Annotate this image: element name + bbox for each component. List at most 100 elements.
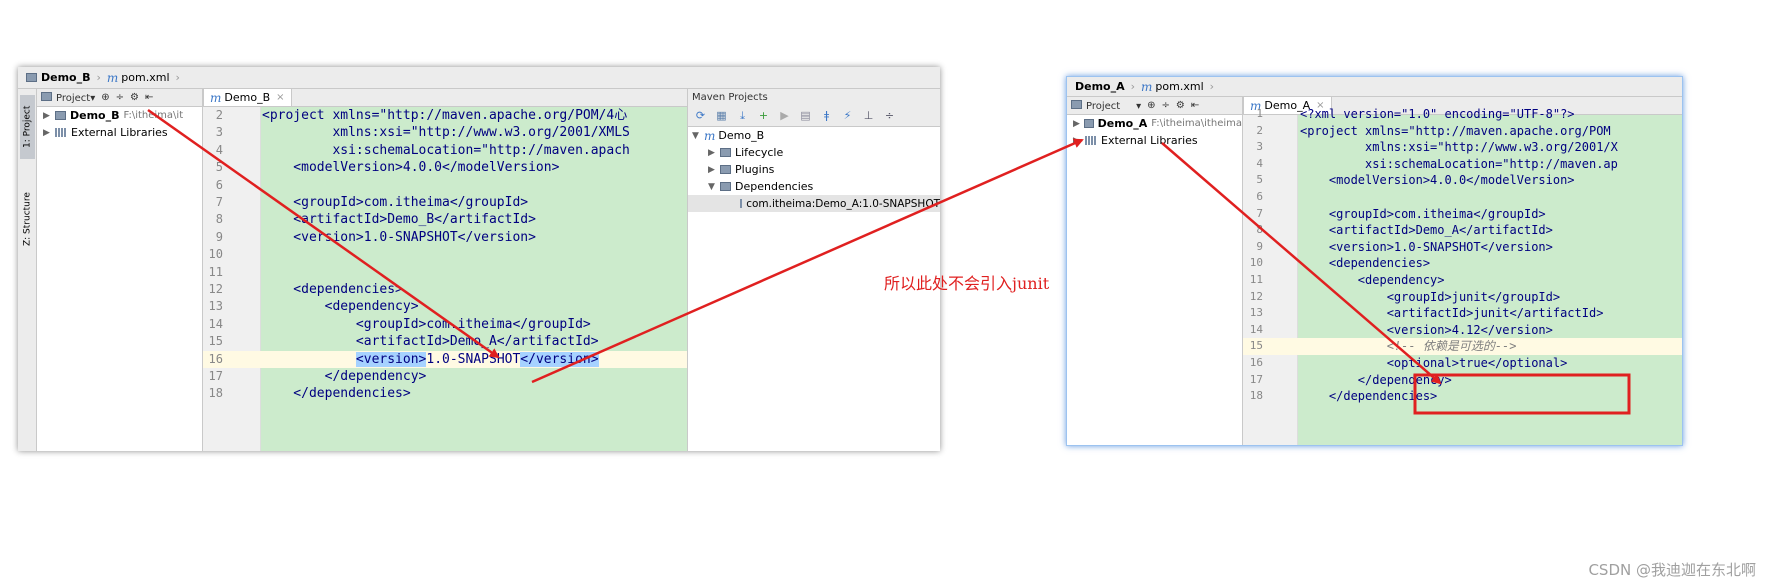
maven-tree-dependency-demo-a[interactable]: com.itheima:Demo_A:1.0-SNAPSHOT bbox=[688, 195, 940, 212]
maven-tree-lifecycle[interactable]: ▶ Lifecycle bbox=[688, 144, 940, 161]
download-icon[interactable]: ⤓ bbox=[736, 109, 749, 122]
code-line[interactable]: 8 <artifactId>Demo_B</artifactId> bbox=[203, 211, 687, 228]
code-text: <modelVersion>4.0.0</modelVersion> bbox=[262, 160, 560, 176]
code-line[interactable]: 7 <groupId>com.itheima</groupId> bbox=[1243, 206, 1682, 223]
code-text: </dependencies> bbox=[262, 386, 411, 402]
code-line[interactable]: 7 <groupId>com.itheima</groupId> bbox=[203, 194, 687, 211]
tree-item-external-libraries[interactable]: ▶ External Libraries bbox=[1067, 132, 1242, 149]
skip-tests-icon[interactable]: ⚡ bbox=[841, 109, 854, 122]
code-line[interactable]: 12 <dependencies> bbox=[203, 281, 687, 298]
run-icon[interactable]: ▶ bbox=[778, 109, 791, 122]
generate-sources-icon[interactable]: ▦ bbox=[715, 109, 728, 122]
code-area[interactable]: 1 <?xml version="1.0" encoding="UTF-8"?> 2… bbox=[1243, 107, 1682, 445]
code-line[interactable]: 11 <dependency> bbox=[1243, 272, 1682, 289]
scroll-from-source-icon[interactable]: ⊕ bbox=[1147, 100, 1155, 111]
project-view-dropdown[interactable]: Project▾ bbox=[41, 91, 95, 104]
maven-tree-plugins[interactable]: ▶ Plugins bbox=[688, 161, 940, 178]
code-line[interactable]: 8 <artifactId>Demo_A</artifactId> bbox=[1243, 222, 1682, 239]
code-line[interactable]: 6 bbox=[203, 177, 687, 194]
project-view-dropdown[interactable]: Project ▾ bbox=[1071, 99, 1141, 112]
project-tool-tab[interactable]: 1: Project bbox=[20, 95, 35, 159]
line-number: 17 bbox=[208, 369, 223, 383]
code-line[interactable]: 5 <modelVersion>4.0.0</modelVersion> bbox=[203, 159, 687, 176]
code-line[interactable]: 12 <groupId>junit</groupId> bbox=[1243, 289, 1682, 306]
settings-gear-icon[interactable]: ⚙ bbox=[130, 92, 139, 103]
code-text: <version>1.0-SNAPSHOT</version> bbox=[355, 351, 599, 367]
expand-arrow-icon[interactable]: ▶ bbox=[1073, 119, 1084, 129]
expand-arrow-icon[interactable]: ▶ bbox=[43, 128, 55, 138]
code-line[interactable]: 15 <!-- 依赖是可选的--> bbox=[1243, 338, 1682, 355]
line-number: 15 bbox=[208, 334, 223, 349]
tree-item-demo-b[interactable]: ▶ Demo_B F:\itheima\it bbox=[37, 107, 202, 124]
code-line[interactable]: 10 <dependencies> bbox=[1243, 255, 1682, 272]
code-line[interactable]: 18 </dependencies> bbox=[203, 385, 687, 402]
reimport-icon[interactable]: ⟳ bbox=[694, 109, 707, 122]
toggle-offline-icon[interactable]: ǂ bbox=[820, 109, 833, 122]
code-line[interactable]: 10 bbox=[203, 246, 687, 263]
close-tab-icon[interactable]: × bbox=[276, 92, 284, 103]
demo-b-ide-window: Demo_B › m pom.xml › 1: Project Z: Struct… bbox=[18, 67, 940, 451]
code-line[interactable]: 16 <optional>true</optional> bbox=[1243, 355, 1682, 372]
line-number: 4 bbox=[215, 142, 223, 157]
line-number: 5 bbox=[1256, 173, 1263, 187]
code-line[interactable]: 2 <project xmlns="http://maven.apache.org… bbox=[1243, 123, 1682, 140]
code-line[interactable]: 9 <version>1.0-SNAPSHOT</version> bbox=[1243, 239, 1682, 256]
hide-panel-icon[interactable]: ⇤ bbox=[1191, 100, 1199, 111]
collapse-all-icon[interactable]: ÷ bbox=[1162, 100, 1170, 111]
code-line[interactable]: 17 </dependency> bbox=[1243, 372, 1682, 389]
annotation-text: 所以此处不会引入junit bbox=[884, 274, 1050, 293]
maven-tree-dependencies[interactable]: ▼ Dependencies bbox=[688, 178, 940, 195]
line-number: 12 bbox=[208, 282, 223, 296]
code-line[interactable]: 14 <version>4.12</version> bbox=[1243, 322, 1682, 339]
code-line[interactable]: 14 <groupId>com.itheima</groupId> bbox=[203, 316, 687, 333]
expand-arrow-icon[interactable]: ▶ bbox=[708, 148, 720, 158]
code-line[interactable]: 1 <?xml version="1.0" encoding="UTF-8"?> bbox=[1243, 106, 1682, 123]
code-line[interactable]: 3 xmlns:xsi="http://www.w3.org/2001/XMLS bbox=[203, 124, 687, 141]
breadcrumb-project[interactable]: Demo_A bbox=[1071, 77, 1129, 98]
line-number: 3 bbox=[215, 125, 223, 140]
breadcrumb-file[interactable]: m pom.xml bbox=[103, 67, 174, 89]
code-line[interactable]: 5 <modelVersion>4.0.0</modelVersion> bbox=[1243, 172, 1682, 189]
structure-tool-tab[interactable]: Z: Structure bbox=[20, 179, 35, 259]
code-line[interactable]: 16 <version>1.0-SNAPSHOT</version> bbox=[203, 350, 687, 368]
code-area[interactable]: 2 <project xmlns="http://maven.apache.org… bbox=[203, 107, 687, 451]
code-line[interactable]: 18 </dependencies> bbox=[1243, 388, 1682, 405]
collapse-all-icon[interactable]: ÷ bbox=[116, 92, 124, 103]
hide-panel-icon[interactable]: ⇤ bbox=[145, 92, 153, 103]
collapse-arrow-icon[interactable]: ▼ bbox=[708, 182, 720, 192]
code-line[interactable]: 13 <dependency> bbox=[203, 298, 687, 315]
code-line[interactable]: 2 <project xmlns="http://maven.apache.org… bbox=[203, 107, 687, 124]
settings-gear-icon[interactable]: ⚙ bbox=[1176, 100, 1185, 111]
code-line[interactable]: 9 <version>1.0-SNAPSHOT</version> bbox=[203, 229, 687, 246]
expand-arrow-icon[interactable]: ▶ bbox=[708, 165, 720, 175]
code-line[interactable]: 3 xmlns:xsi="http://www.w3.org/2001/X bbox=[1243, 139, 1682, 156]
breadcrumb-separator: › bbox=[1209, 80, 1215, 93]
expand-arrow-icon[interactable]: ▶ bbox=[1073, 136, 1085, 146]
code-line[interactable]: 4 xsi:schemaLocation="http://maven.apach bbox=[203, 142, 687, 159]
tree-item-external-libraries[interactable]: ▶ External Libraries bbox=[37, 124, 202, 141]
editor-tab-demo-b[interactable]: m Demo_B × bbox=[203, 88, 292, 106]
tree-item-demo-a[interactable]: ▶ Demo_A F:\itheima\itheima bbox=[1067, 115, 1242, 132]
code-line[interactable]: 11 bbox=[203, 264, 687, 281]
code-line[interactable]: 17 </dependency> bbox=[203, 368, 687, 385]
scroll-from-source-icon[interactable]: ⊕ bbox=[101, 92, 109, 103]
code-line[interactable]: 15 <artifactId>Demo_A</artifactId> bbox=[203, 333, 687, 350]
collapse-arrow-icon[interactable]: ▼ bbox=[692, 131, 704, 141]
breadcrumb-file[interactable]: m pom.xml bbox=[1137, 77, 1208, 98]
code-text: <version>1.0-SNAPSHOT</version> bbox=[262, 229, 536, 245]
code-line[interactable]: 6 bbox=[1243, 189, 1682, 206]
maven-tree-demo-b[interactable]: ▼ m Demo_B bbox=[688, 127, 940, 144]
module-icon bbox=[1083, 119, 1094, 128]
line-number: 16 bbox=[208, 351, 223, 366]
code-text: <groupId>com.itheima</groupId> bbox=[262, 195, 529, 210]
expand-arrow-icon[interactable]: ▶ bbox=[43, 111, 55, 121]
code-line[interactable]: 13 <artifactId>junit</artifactId> bbox=[1243, 305, 1682, 322]
collapse-icon[interactable]: ÷ bbox=[883, 109, 896, 122]
show-diagram-icon[interactable]: ⊥ bbox=[862, 109, 875, 122]
navigation-bar: Demo_A › m pom.xml › bbox=[1067, 77, 1682, 97]
breadcrumb-project[interactable]: Demo_B bbox=[22, 67, 95, 89]
add-icon[interactable]: + bbox=[757, 109, 770, 122]
run-config-icon[interactable]: ▤ bbox=[799, 109, 812, 122]
code-line[interactable]: 4 xsi:schemaLocation="http://maven.ap bbox=[1243, 156, 1682, 173]
tool-window-strip: 1: Project Z: Structure bbox=[18, 89, 37, 451]
